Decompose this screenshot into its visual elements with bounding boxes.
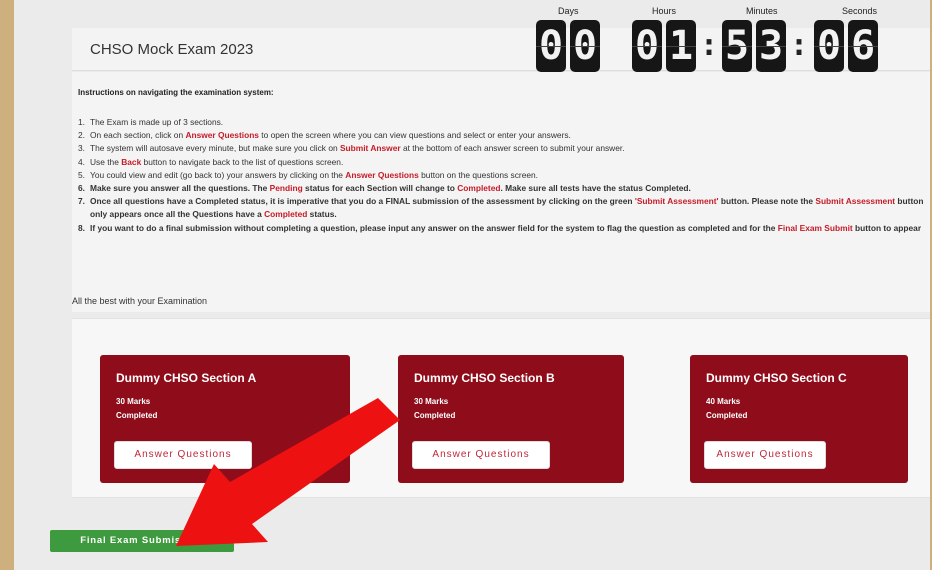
photo-frame: CHSO Mock Exam 2023 Days Hours Minutes S… [0,0,932,570]
red-arrow-annotation [176,398,400,546]
arrow-icon [176,398,400,546]
